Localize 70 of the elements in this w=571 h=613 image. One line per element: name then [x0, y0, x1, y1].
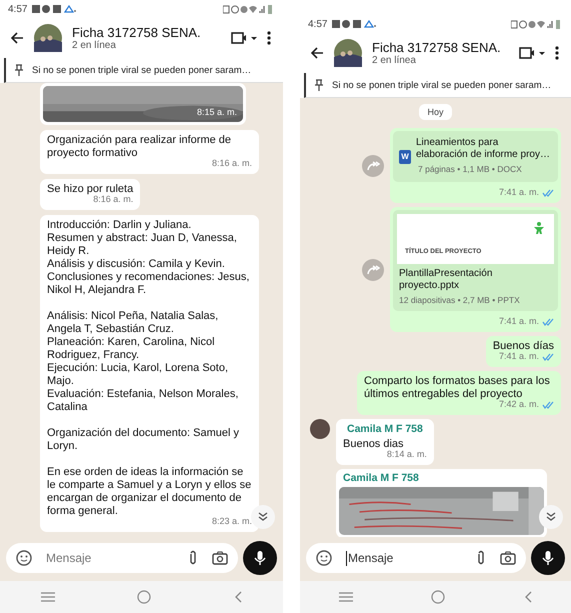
file-name: PlantillaPresentación proyecto.pptx	[398, 267, 494, 292]
document-card[interactable]: W Lineamientos para elaboración de informe proy… 7 páginas • 1,1 MB • DOCX	[393, 131, 558, 182]
message-time: 8:16 a. m.	[93, 194, 134, 206]
message-time: 7:42 a. m.	[498, 399, 539, 411]
message-text: Buenos dias	[343, 438, 405, 450]
pinned-message-bar[interactable]: Si no se ponen triple viral se pueden poner saram…	[4, 58, 283, 83]
back-arrow-icon[interactable]	[10, 31, 24, 45]
system-status-drawing	[223, 4, 273, 14]
status-time: 4:57	[8, 4, 28, 14]
home-icon[interactable]	[137, 590, 152, 604]
status-time: 4:57	[308, 18, 328, 30]
attach-icon[interactable]	[476, 550, 486, 566]
message-text: Comparto los formatos bases para los últimos entregables del proyecto	[364, 375, 551, 400]
chat-title[interactable]: Ficha 3172758 SENA.	[72, 25, 221, 40]
sticker-icon[interactable]	[16, 550, 32, 566]
notification-icons-drawing	[332, 20, 376, 28]
file-name: Lineamientos para elaboración de informe proy…	[416, 137, 551, 161]
microphone-button[interactable]	[531, 541, 565, 575]
message-time: 8:16 a. m.	[212, 157, 252, 170]
chat-subtitle: 2 en línea	[372, 55, 417, 66]
message-time: 8:14 a. m.	[386, 448, 427, 461]
recent-apps-icon[interactable]	[41, 592, 56, 602]
avatar[interactable]	[310, 419, 330, 439]
recent-apps-icon[interactable]	[339, 592, 354, 602]
pinned-message-bar[interactable]: Si no se ponen triple viral se pueden poner saram…	[304, 73, 571, 98]
camera-icon[interactable]	[500, 551, 516, 565]
message-time: 8:23 a. m.	[212, 515, 252, 528]
sender-name: Camila M F 758	[342, 472, 420, 486]
message-text: Organización para realizar informe de proyecto formativo	[47, 134, 232, 160]
system-status-drawing	[511, 20, 561, 28]
pinned-message-text: Si no se ponen triple viral se pueden poner saram…	[332, 80, 552, 90]
logo-icon	[532, 221, 546, 235]
pin-icon	[314, 79, 324, 91]
back-icon[interactable]	[234, 591, 242, 603]
video-call-icon[interactable]	[519, 46, 545, 60]
back-icon[interactable]	[524, 591, 532, 603]
date-chip: Hoy	[419, 104, 452, 120]
message-placeholder: Mensaje	[46, 551, 92, 565]
message-time: 8:15 a. m.	[196, 106, 237, 119]
more-options-icon[interactable]	[555, 46, 559, 60]
word-file-icon: W	[399, 150, 411, 164]
message-time: 7:41 a. m.	[498, 315, 539, 328]
message-time: 7:41 a. m.	[498, 350, 539, 363]
message-field[interactable]: Mensaje	[6, 543, 238, 573]
microphone-button[interactable]	[243, 541, 277, 575]
back-arrow-icon[interactable]	[310, 46, 324, 60]
pin-icon	[14, 64, 24, 76]
sender-name: Camila M F 758	[346, 423, 424, 437]
pinned-message-text: Si no se ponen triple viral se pueden poner saram…	[32, 64, 252, 76]
message-text: Buenos días	[492, 340, 554, 352]
more-options-icon[interactable]	[267, 31, 271, 45]
message-field[interactable]: Mensaje	[306, 543, 526, 573]
message-text: Introducción: Darlin y Juliana. Resumen y abstract: Juan D, Vanessa, Heidy R. Análisis y discusión: Camila y Kevin. Conclusiones y recomendaciones: Jesus, Nikol H, Alejandra F. Análisis: Nicol Peña, Natalia Salas, Angela T, Sebastián Cruz. Planeación: Karen, Carolina, Nicol Rodriguez, Francy. Ejecución: Lucia, Karol, Lorena Soto, Majo. Evaluación: Estefania, Nelson Morales, Catalina Organización del documento: Samuel y Loryn. En ese orden de ideas la información se le comparte a Samuel y a Loryn y ellos se encargan de organizar el documento de forma general.	[47, 219, 252, 518]
group-avatar[interactable]	[334, 39, 362, 67]
scroll-down-button[interactable]	[539, 505, 563, 529]
group-avatar[interactable]	[34, 24, 62, 52]
home-icon[interactable]	[431, 590, 446, 604]
camera-icon[interactable]	[212, 551, 228, 565]
file-details: 7 páginas • 1,1 MB • DOCX	[417, 163, 523, 176]
notification-icons-drawing	[32, 5, 76, 13]
scroll-down-button[interactable]	[251, 505, 275, 529]
chat-subtitle: 2 en línea	[72, 40, 117, 51]
file-details: 12 diapositivas • 2,7 MB • PPTX	[398, 294, 521, 307]
attach-icon[interactable]	[188, 550, 198, 566]
message-placeholder: Mensaje	[346, 550, 394, 566]
chat-title[interactable]: Ficha 3172758 SENA.	[372, 40, 509, 55]
sticker-icon[interactable]	[316, 550, 332, 566]
message-time: 7:41 a. m.	[498, 186, 539, 199]
message-text: Se hizo por ruleta	[47, 183, 134, 196]
video-call-icon[interactable]	[231, 31, 257, 45]
